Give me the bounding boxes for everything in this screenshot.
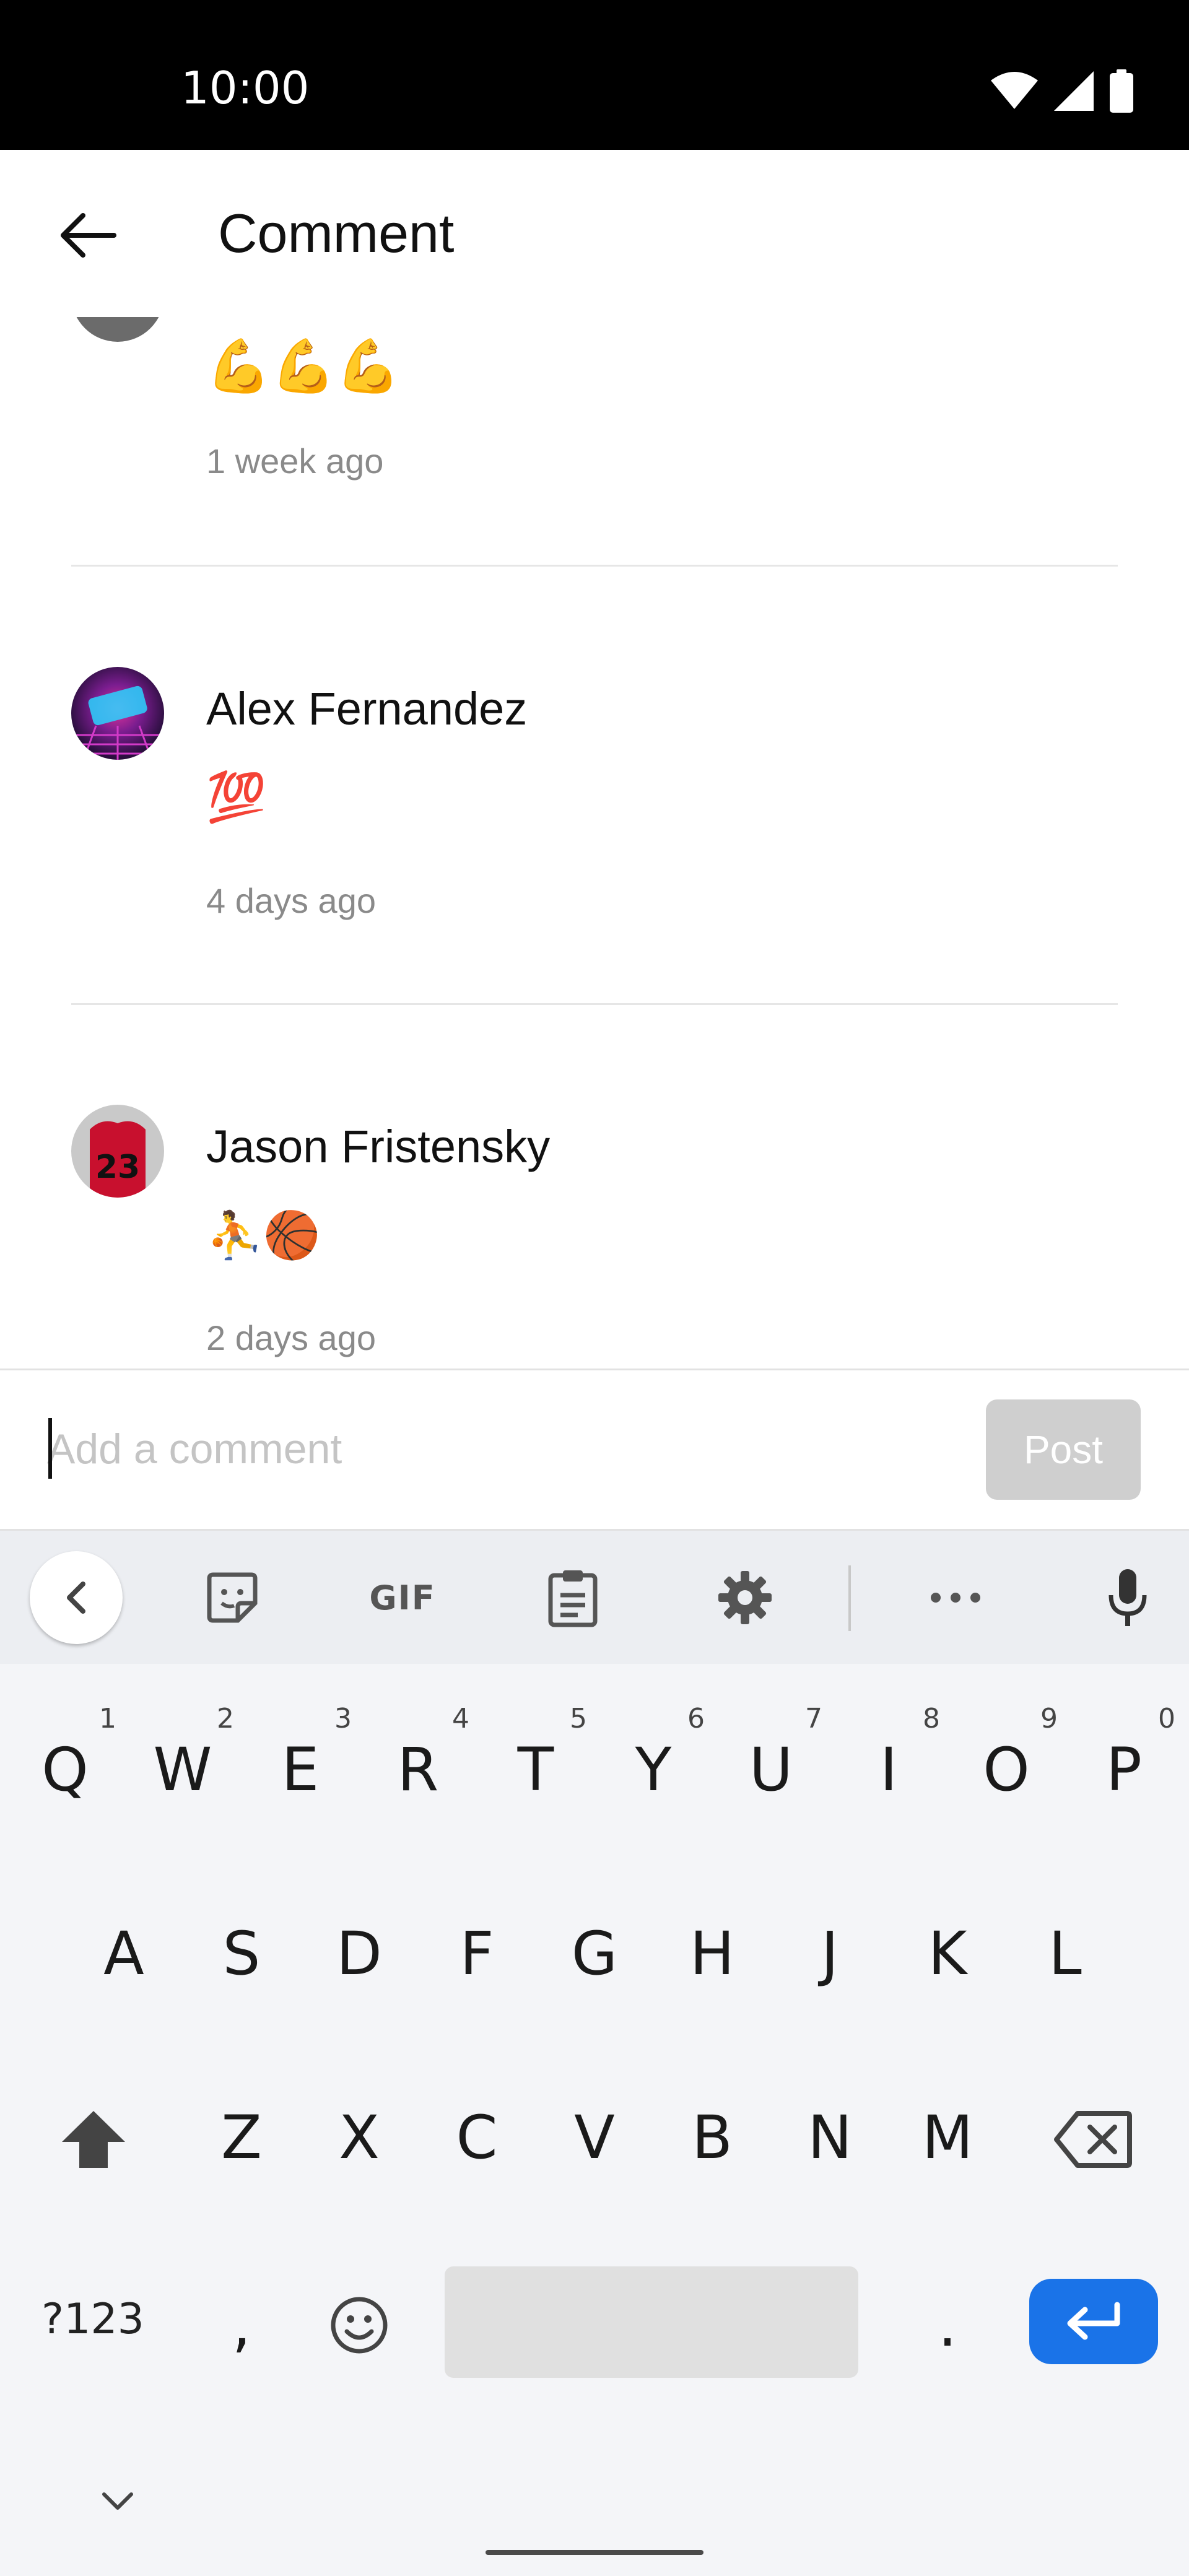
key-n[interactable]: N [771, 2088, 889, 2187]
key-o[interactable]: O [947, 1720, 1065, 1819]
gif-button[interactable]: GIF [359, 1560, 446, 1635]
status-icons [991, 69, 1133, 113]
backspace-icon [1054, 2111, 1132, 2168]
comment-timestamp: 2 days ago [206, 1318, 376, 1357]
enter-icon [1067, 2302, 1120, 2340]
key-c[interactable]: C [418, 2088, 536, 2187]
shift-key[interactable] [53, 2099, 134, 2180]
clipboard-button[interactable] [533, 1560, 613, 1635]
page-title: Comment [218, 202, 455, 264]
key-w[interactable]: W [124, 1720, 242, 1819]
key-hint-e: 3 [334, 1703, 352, 1734]
more-icon [931, 1593, 980, 1603]
battery-icon [1110, 69, 1133, 113]
arrow-left-icon [61, 213, 116, 258]
key-g[interactable]: G [536, 1904, 653, 2003]
emoji-key[interactable] [316, 2279, 403, 2372]
key-b[interactable]: B [653, 2088, 771, 2187]
comment-author[interactable]: Jason Fristensky [206, 1120, 550, 1173]
app-bar [0, 150, 1189, 317]
key-r[interactable]: R [359, 1720, 477, 1819]
chevron-down-icon [102, 2492, 133, 2510]
hide-keyboard-button[interactable] [87, 2477, 149, 2526]
comma-key[interactable]: , [204, 2279, 279, 2372]
key-hint-y: 6 [687, 1703, 705, 1734]
svg-text:23: 23 [95, 1149, 140, 1186]
settings-button[interactable] [705, 1560, 785, 1635]
comment-list: 💪💪💪 1 week ago Alex Fernandez 💯 4 days a… [0, 317, 1189, 1370]
key-hint-o: 9 [1040, 1703, 1058, 1734]
voice-input-button[interactable] [1087, 1557, 1168, 1638]
key-s[interactable]: S [183, 1904, 300, 2003]
key-m[interactable]: M [889, 2088, 1006, 2187]
key-hint-t: 5 [570, 1703, 587, 1734]
back-button[interactable] [50, 204, 124, 266]
key-hint-q: 1 [99, 1703, 116, 1734]
key-k[interactable]: K [889, 1904, 1006, 2003]
avatar[interactable]: 23 [71, 1105, 164, 1198]
comment-timestamp: 4 days ago [206, 881, 376, 920]
comment-author[interactable]: Alex Fernandez [206, 682, 527, 735]
key-hint-r: 4 [452, 1703, 469, 1734]
key-hint-u: 7 [805, 1703, 822, 1734]
comment-timestamp: 1 week ago [206, 442, 384, 481]
comment-body: 💯 [206, 770, 267, 824]
status-bar: 10:00 [0, 0, 1189, 150]
comment-body: 💪💪💪 [206, 337, 401, 395]
divider [71, 1003, 1118, 1005]
wifi-icon [991, 72, 1038, 109]
cellular-signal-icon [1054, 71, 1094, 111]
enter-key[interactable] [1029, 2279, 1158, 2364]
clipboard-icon [548, 1570, 598, 1627]
key-y[interactable]: Y [594, 1720, 712, 1819]
keyboard-collapse-button[interactable] [30, 1551, 123, 1644]
settings-gear-icon [718, 1571, 772, 1624]
text-cursor [48, 1418, 52, 1479]
key-hint-i: 8 [923, 1703, 940, 1734]
space-key[interactable] [445, 2266, 858, 2378]
gesture-nav-handle[interactable] [486, 2550, 703, 2555]
avatar-image: 23 [90, 1121, 146, 1198]
key-a[interactable]: A [65, 1904, 183, 2003]
key-z[interactable]: Z [183, 2088, 300, 2187]
avatar[interactable] [71, 317, 164, 342]
sticker-button[interactable] [192, 1560, 272, 1635]
toolbar-divider [848, 1565, 851, 1631]
key-v[interactable]: V [536, 2088, 653, 2187]
soft-keyboard [0, 1531, 1189, 2576]
comment-input[interactable] [47, 1406, 964, 1492]
sticker-icon [207, 1572, 258, 1623]
key-i[interactable]: I [830, 1720, 947, 1819]
divider [71, 565, 1118, 567]
key-p[interactable]: P [1065, 1720, 1183, 1819]
key-l[interactable]: L [1006, 1904, 1124, 2003]
key-hint-w: 2 [217, 1703, 234, 1734]
gif-icon: GIF [369, 1578, 436, 1617]
avatar-image [71, 685, 164, 760]
emoji-icon [331, 2297, 388, 2354]
key-hint-p: 0 [1158, 1703, 1175, 1734]
microphone-icon [1108, 1569, 1147, 1626]
status-time: 10:00 [181, 62, 310, 114]
key-h[interactable]: H [653, 1904, 771, 2003]
key-u[interactable]: U [712, 1720, 830, 1819]
shift-icon [62, 2111, 125, 2168]
key-q[interactable]: Q [6, 1720, 124, 1819]
key-x[interactable]: X [300, 2088, 418, 2187]
comment-body: ⛹🏀 [206, 1209, 321, 1261]
key-f[interactable]: F [418, 1904, 536, 2003]
chevron-left-icon [67, 1582, 85, 1614]
backspace-key[interactable] [1047, 2099, 1139, 2180]
period-key[interactable]: . [910, 2279, 985, 2372]
post-button[interactable]: Post [986, 1399, 1141, 1500]
key-j[interactable]: J [771, 1904, 889, 2003]
key-e[interactable]: E [242, 1720, 359, 1819]
symbols-key[interactable]: ?123 [37, 2285, 149, 2353]
key-t[interactable]: T [477, 1720, 594, 1819]
key-d[interactable]: D [300, 1904, 418, 2003]
avatar[interactable] [71, 667, 164, 760]
more-button[interactable] [915, 1560, 996, 1635]
